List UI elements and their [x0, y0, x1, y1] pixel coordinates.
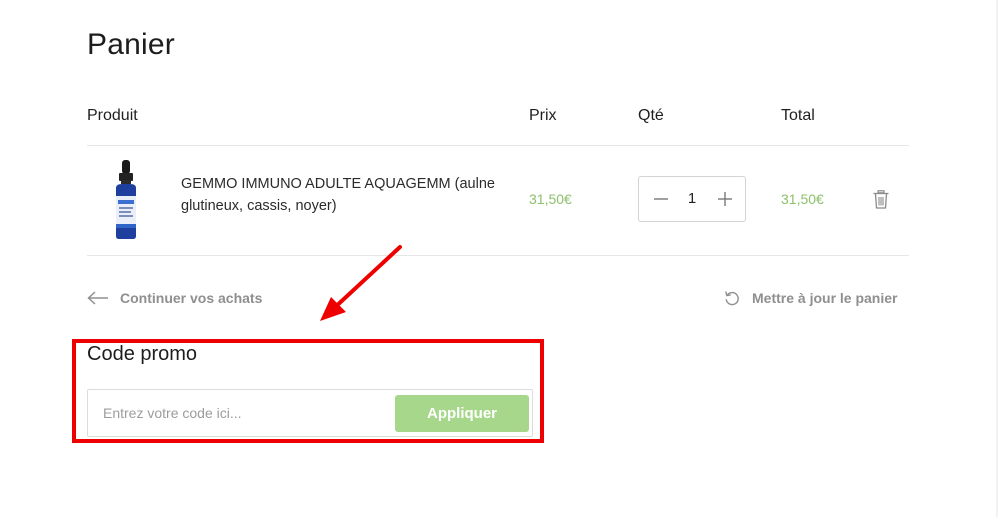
continue-shopping-link[interactable]: Continuer vos achats	[87, 288, 262, 308]
line-total: 31,50€	[781, 191, 824, 207]
promo-title: Code promo	[87, 343, 198, 365]
update-cart-label: Mettre à jour le panier	[752, 290, 898, 306]
page-title: Panier	[87, 28, 175, 61]
plus-icon[interactable]	[716, 190, 734, 208]
promo-form: Appliquer	[87, 389, 533, 437]
arrow-left-icon	[87, 291, 108, 305]
unit-price: 31,50€	[529, 191, 572, 207]
apply-promo-button[interactable]: Appliquer	[395, 395, 529, 432]
refresh-icon	[725, 291, 739, 306]
trash-icon[interactable]	[873, 190, 889, 209]
continue-shopping-label: Continuer vos achats	[120, 290, 263, 306]
header-divider	[87, 145, 909, 146]
product-name[interactable]: GEMMO IMMUNO ADULTE AQUAGEMM (aulne glut…	[181, 173, 501, 217]
column-header-price: Prix	[529, 107, 557, 124]
column-header-quantity: Qté	[638, 107, 664, 124]
update-cart-link[interactable]: Mettre à jour le panier	[724, 288, 897, 308]
quantity-stepper: 1	[638, 176, 746, 222]
column-header-total: Total	[781, 107, 815, 124]
red-arrow-annotation	[320, 245, 402, 321]
column-header-product: Produit	[87, 107, 138, 124]
product-image[interactable]	[110, 160, 142, 240]
row-divider	[87, 255, 909, 256]
promo-code-input[interactable]	[89, 391, 389, 435]
